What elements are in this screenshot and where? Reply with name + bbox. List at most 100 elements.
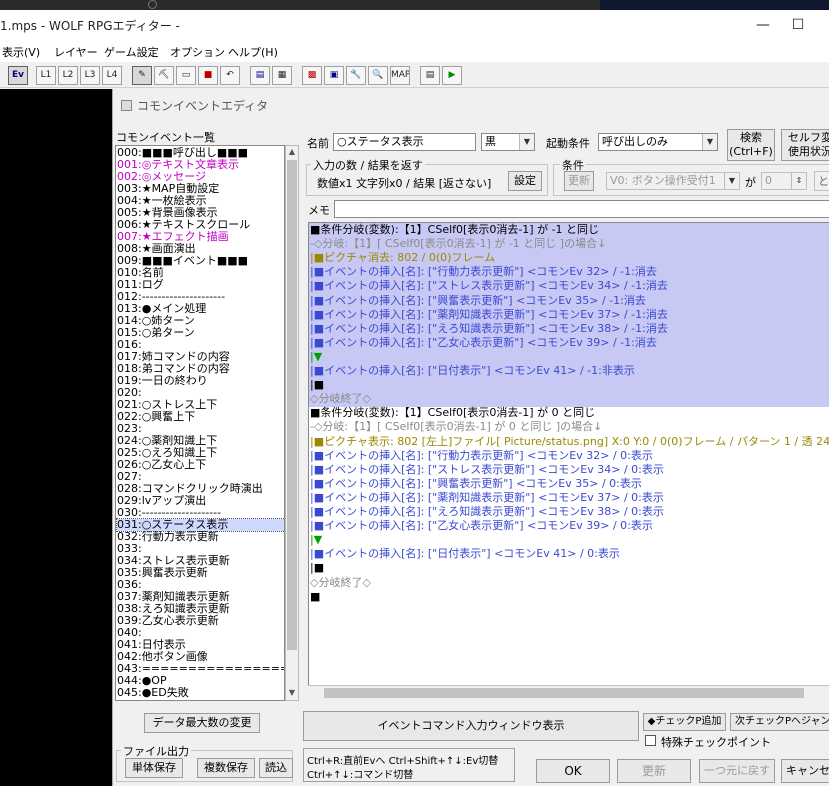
command-line[interactable]: |■イベントの挿入[名]: ["乙女心表示更新"] <コモンEv 39> / -… [310,336,657,350]
event-list-item[interactable]: 021:○ストレス上下 [117,399,284,411]
trigger-select[interactable]: 呼び出しのみ ▼ [598,133,718,151]
event-list-item[interactable]: 029:lvアップ演出 [117,495,284,507]
layer1-button[interactable]: L1 [36,66,56,85]
event-list-item[interactable]: 009:■■■イベント■■■ [117,255,284,267]
database-icon[interactable]: ▤ [250,66,270,85]
command-line[interactable]: |■ピクチャ表示: 802 [左上]ファイル[ Picture/status.p… [310,435,829,449]
command-line[interactable]: |■イベントの挿入[名]: ["興奮表示更新"] <コモンEv 35> / 0:… [310,477,642,491]
command-line[interactable]: |■イベントの挿入[名]: ["日付表示"] <コモンEv 41> / 0:表示 [310,547,620,561]
event-list-item[interactable]: 004:★一枚絵表示 [117,195,284,207]
ok-button[interactable]: OK [536,759,610,783]
event-list-item[interactable]: 030:-------------------- [117,507,284,519]
event-list-item[interactable]: 044:●OP [117,675,284,687]
search-button[interactable]: 検索 (Ctrl+F) [727,129,775,161]
event-list-item[interactable]: 005:★背景画像表示 [117,207,284,219]
event-name-input[interactable]: ○ステータス表示 [333,133,476,151]
command-line[interactable]: ■条件分岐(変数):【1】CSelf0[表示0消去-1] が -1 と同じ [310,223,599,237]
update-button[interactable]: 更新 [617,759,691,783]
scroll-up-icon[interactable]: ▲ [286,146,298,158]
event-list-item[interactable]: 006:★テキストスクロール [117,219,284,231]
event-list-item[interactable]: 013:●メイン処理 [117,303,284,315]
command-line[interactable]: |■イベントの挿入[名]: ["日付表示"] <コモンEv 41> / -1:非… [310,364,635,378]
scroll-thumb[interactable] [287,160,297,650]
event-list-item[interactable]: 025:○えろ知識上下 [117,447,284,459]
load-button[interactable]: 読込 [259,758,293,778]
search-tool-icon[interactable]: 🔍 [368,66,388,85]
hscroll-thumb[interactable] [324,688,804,698]
menu-options[interactable]: オプション [170,44,225,60]
command-line[interactable]: |■イベントの挿入[名]: ["乙女心表示更新"] <コモンEv 39> / 0… [310,519,653,533]
command-line[interactable]: |■イベントの挿入[名]: ["ストレス表示更新"] <コモンEv 34> / … [310,279,668,293]
event-list-item[interactable]: 002:◎メッセージ [117,171,284,183]
event-list-item[interactable]: 024:○薬剤知識上下 [117,435,284,447]
condition-value-stepper[interactable]: 0 ⇕ [761,172,807,190]
map-view[interactable] [0,89,112,786]
menu-layer[interactable]: レイヤー [54,44,98,60]
map-select-icon[interactable]: ▦ [272,66,292,85]
event-list-item[interactable]: 023: [117,423,284,435]
command-line[interactable]: |▼ [310,350,322,364]
self-var-usage-button[interactable]: セルフ変数使用状況 [781,129,829,161]
command-hscrollbar[interactable] [308,685,829,700]
cancel-button[interactable]: キャンセル [781,759,829,783]
event-list-item[interactable]: 000:■■■呼び出し■■■ [117,147,284,159]
event-list-item[interactable]: 042:他ボタン画像 [117,651,284,663]
fill-icon[interactable]: ⛏ [154,66,174,85]
command-line[interactable]: |■イベントの挿入[名]: ["えろ知識表示更新"] <コモンEv 38> / … [310,505,664,519]
event-command-list[interactable]: ■条件分岐(変数):【1】CSelf0[表示0消去-1] が -1 と同じ -◇分… [308,222,829,700]
command-line[interactable]: -◇分岐:【1】[ CSelf0[表示0消去-1] が 0 と同じ ]の場合↓ [310,420,602,434]
event-list-item[interactable]: 027: [117,471,284,483]
event-list-item[interactable]: 035:興奮表示更新 [117,567,284,579]
event-list-item[interactable]: 008:★画面演出 [117,243,284,255]
condition-variable-select[interactable]: V0: ボタン操作受付1 ▼ [606,172,740,190]
event-list-item[interactable]: 026:○乙女心上下 [117,459,284,471]
map-icon[interactable]: MAP [390,66,410,85]
special-checkpoint-checkbox[interactable] [645,735,656,746]
event-list-item[interactable]: 036: [117,579,284,591]
next-checkpoint-button[interactable]: 次チェックPへジャンプ [730,713,829,731]
layer4-button[interactable]: L4 [102,66,122,85]
multi-save-button[interactable]: 複数保存 [197,758,255,778]
event-list-item[interactable]: 028:コマンドクリック時演出 [117,483,284,495]
event-list-item[interactable]: 001:◎テキスト文章表示 [117,159,284,171]
event-list-item[interactable]: 015:○弟ターン [117,327,284,339]
menu-help[interactable]: ヘルプ(H) [228,44,278,60]
command-line[interactable]: ◇分岐終了◇ [310,576,371,590]
condition-update-button[interactable]: 更新 [564,171,594,191]
command-line[interactable]: |■イベントの挿入[名]: ["興奮表示更新"] <コモンEv 35> / -1… [310,294,646,308]
event-list-item[interactable]: 038:えろ知識表示更新 [117,603,284,615]
common-event-icon[interactable]: ▩ [302,66,322,85]
event-list[interactable]: 000:■■■呼び出し■■■ 001:◎テキスト文章表示 002:◎メッセージ 003… [115,145,285,701]
event-list-item[interactable]: 018:弟コマンドの内容 [117,363,284,375]
event-list-item[interactable]: 011:ログ [117,279,284,291]
command-input-window-button[interactable]: イベントコマンド入力ウィンドウ表示 [303,711,639,741]
event-list-item[interactable]: 040: [117,627,284,639]
command-line[interactable]: ◇分岐終了◇ [310,392,371,406]
event-list-item[interactable]: 020: [117,387,284,399]
event-list-item[interactable]: 045:●ED失敗 [117,687,284,699]
event-list-item[interactable]: 017:姉コマンドの内容 [117,351,284,363]
command-line[interactable]: -◇分岐:【1】[ CSelf0[表示0消去-1] が -1 と同じ ]の場合↓ [310,237,606,251]
command-line[interactable]: |■ [310,378,324,392]
command-line[interactable]: |■ [310,561,324,575]
event-list-item[interactable]: 031:○ステータス表示 [116,518,284,532]
max-data-button[interactable]: データ最大数の変更 [144,713,260,733]
command-line[interactable]: |■イベントの挿入[名]: ["薬剤知識表示更新"] <コモンEv 37> / … [310,308,668,322]
single-save-button[interactable]: 単体保存 [125,758,183,778]
event-list-item[interactable]: 014:○姉ターン [117,315,284,327]
undo-button[interactable]: 一つ元に戻す [699,759,775,783]
event-list-item[interactable]: 032:行動力表示更新 [117,531,284,543]
layer2-button[interactable]: L2 [58,66,78,85]
layer3-button[interactable]: L3 [80,66,100,85]
color-select[interactable]: 黒 ▼ [481,133,535,151]
event-list-item[interactable]: 007:★エフェクト描画 [117,231,284,243]
event-list-item[interactable]: 022:○興奮上下 [117,411,284,423]
event-layer-button[interactable]: Ev [8,66,28,85]
tile-icon[interactable]: ■ [198,66,218,85]
event-list-item[interactable]: 039:乙女心表示更新 [117,615,284,627]
event-list-item[interactable]: 010:名前 [117,267,284,279]
command-line[interactable]: |■イベントの挿入[名]: ["行動力表示更新"] <コモンEv 32> / 0… [310,449,653,463]
list-icon[interactable]: ▤ [420,66,440,85]
command-line[interactable]: ■条件分岐(変数):【1】CSelf0[表示0消去-1] が 0 と同じ [310,406,595,420]
event-list-item[interactable]: 034:ストレス表示更新 [117,555,284,567]
